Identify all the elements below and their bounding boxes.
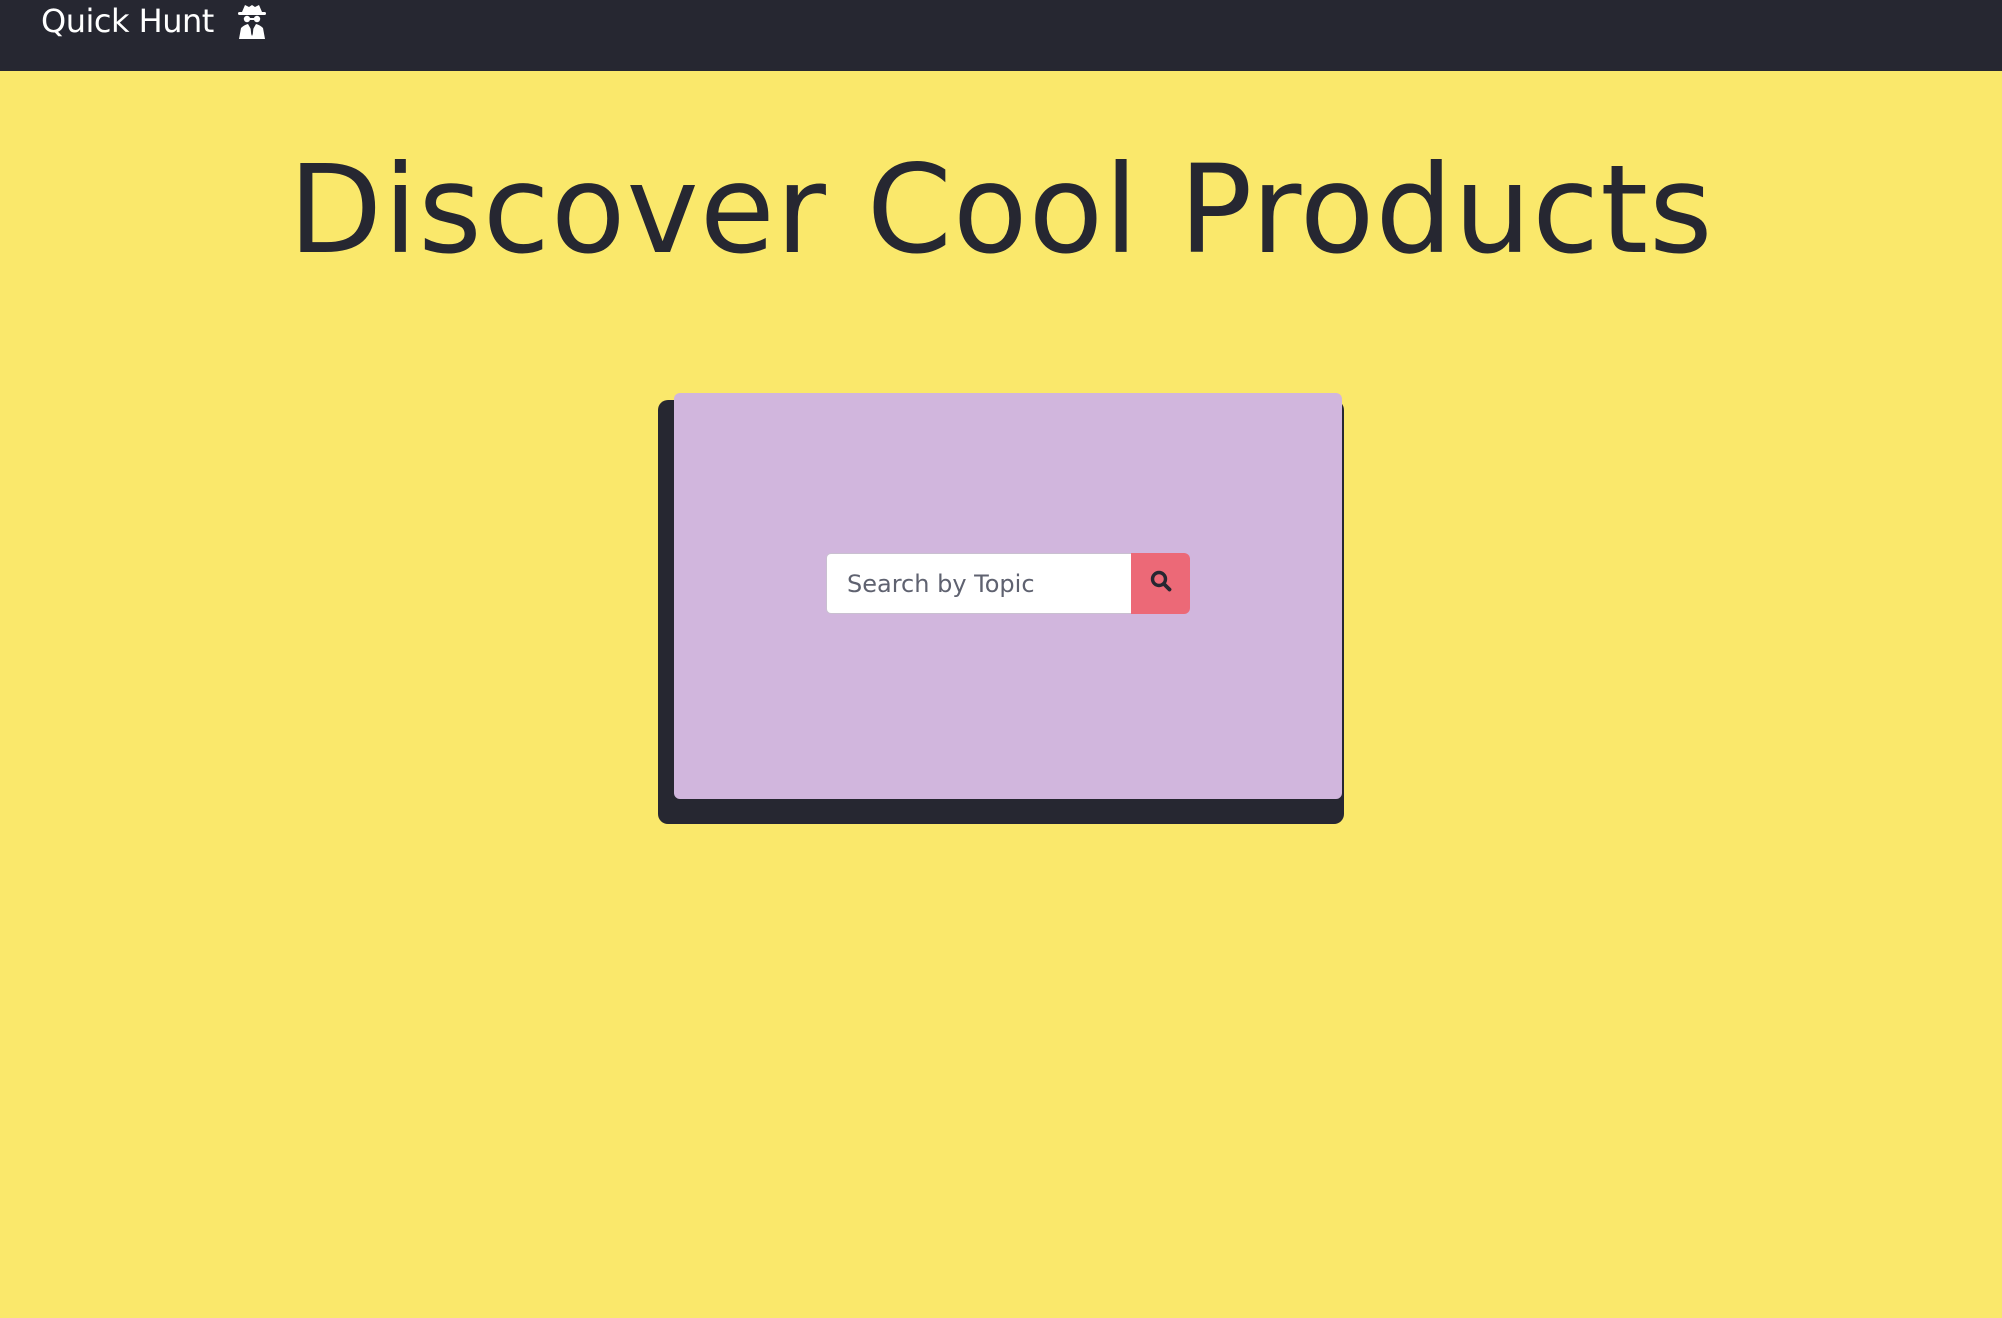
brand-label: Quick Hunt [41,2,214,40]
search-form [826,553,1190,614]
spy-icon [237,5,266,39]
brand-link[interactable]: Quick Hunt [41,2,268,40]
page-title: Discover Cool Products [288,139,1714,281]
search-icon [1150,570,1171,591]
top-navbar: Quick Hunt [0,0,2002,71]
search-button[interactable] [1131,553,1190,614]
search-input[interactable] [826,553,1131,614]
